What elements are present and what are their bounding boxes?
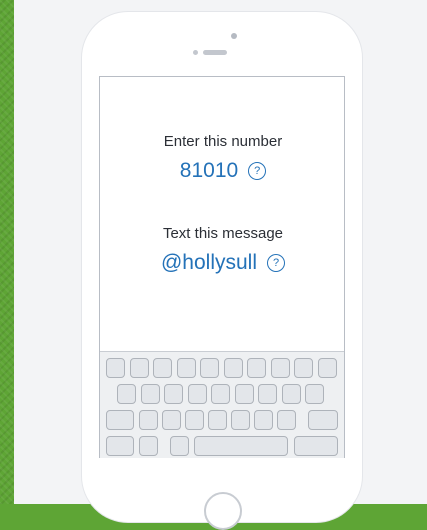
keyboard-key [294, 358, 313, 378]
keyboard-key [139, 410, 158, 430]
keyboard-key [234, 384, 254, 404]
keyboard-key [164, 384, 183, 404]
keyboard-key [170, 436, 189, 456]
keyboard-key [258, 384, 277, 404]
help-icon[interactable]: ? [248, 162, 267, 181]
keyboard-key [211, 384, 230, 404]
keyboard-key [294, 436, 338, 456]
keyboard-key [194, 436, 288, 456]
keyboard [100, 351, 344, 458]
keyboard-key [270, 358, 290, 378]
keyboard-key [281, 384, 301, 404]
keyboard-key [223, 358, 243, 378]
keyboard-key [117, 384, 136, 404]
keyboard-key [247, 358, 266, 378]
keyboard-key [305, 384, 324, 404]
keyboard-key [187, 384, 207, 404]
keyboard-key [317, 358, 337, 378]
keyboard-key [153, 358, 172, 378]
speaker-icon [203, 50, 227, 55]
short-code-number: 81010 [179, 159, 239, 183]
keyword-message: @hollysull [160, 251, 258, 275]
number-row: 81010? [100, 159, 346, 183]
keyboard-key [139, 436, 158, 456]
home-button-icon [204, 492, 242, 530]
keyboard-key [231, 410, 250, 430]
help-icon[interactable]: ? [267, 254, 286, 273]
keyboard-key [200, 358, 219, 378]
keyboard-key [277, 410, 296, 430]
keyboard-key [162, 410, 181, 430]
sensor-icon [193, 50, 198, 55]
number-label: Enter this number [163, 133, 283, 150]
keyboard-key [140, 384, 160, 404]
keyboard-key [185, 410, 204, 430]
phone-screen: Enter this number 81010? Text this messa… [99, 76, 345, 458]
keyboard-key [106, 436, 134, 456]
message-row: @hollysull? [100, 251, 346, 275]
message-label: Text this message [162, 225, 284, 242]
keyboard-key [129, 358, 149, 378]
keyboard-key [176, 358, 196, 378]
keyboard-key [254, 410, 273, 430]
keyboard-key [106, 410, 134, 430]
keyboard-key [208, 410, 227, 430]
camera-icon [231, 33, 237, 39]
keyboard-key [106, 358, 125, 378]
keyboard-key [308, 410, 338, 430]
